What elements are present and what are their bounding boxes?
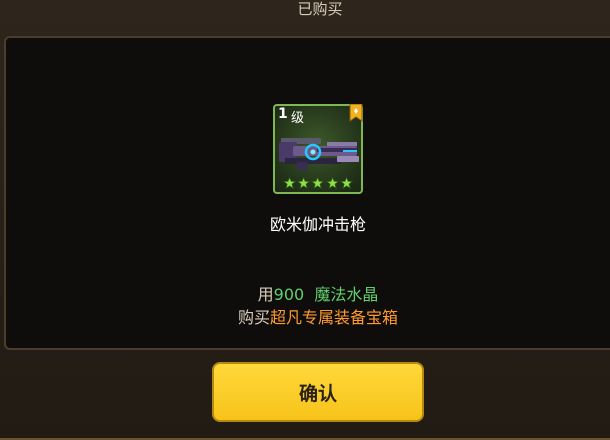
star-icon bbox=[311, 176, 325, 190]
star-icon bbox=[283, 176, 297, 190]
confirm-button[interactable]: 确认 bbox=[212, 362, 424, 422]
purchase-line: 购买超凡专属装备宝箱 bbox=[0, 304, 610, 328]
star-icon bbox=[297, 176, 311, 190]
plasma-gun-icon bbox=[279, 138, 359, 170]
star-icon bbox=[339, 176, 354, 190]
purchase-prefix: 购买 bbox=[237, 308, 270, 327]
rarity-stars bbox=[283, 176, 354, 190]
star-icon bbox=[325, 176, 339, 190]
cost-prefix: 用 bbox=[257, 285, 274, 304]
item-level-unit: 级 bbox=[291, 111, 305, 126]
cost-amount: 900 bbox=[273, 285, 305, 304]
item-card[interactable]: 1 级 bbox=[273, 104, 363, 194]
item-name: 欧米伽冲击枪 bbox=[269, 215, 366, 234]
dialog-title: 已购买 bbox=[297, 0, 343, 18]
cost-line: 用900 魔法水晶 bbox=[0, 281, 610, 305]
cost-currency: 魔法水晶 bbox=[314, 285, 379, 304]
purchase-target: 超凡专属装备宝箱 bbox=[270, 308, 399, 327]
item-level-number: 1 bbox=[278, 106, 288, 122]
dialog-frame: 已购买 1 级 欧米伽冲击枪 用900 魔法水晶 购买超凡专属装备宝箱 确认 bbox=[0, 0, 610, 440]
bookmark-badge-icon bbox=[349, 104, 363, 122]
